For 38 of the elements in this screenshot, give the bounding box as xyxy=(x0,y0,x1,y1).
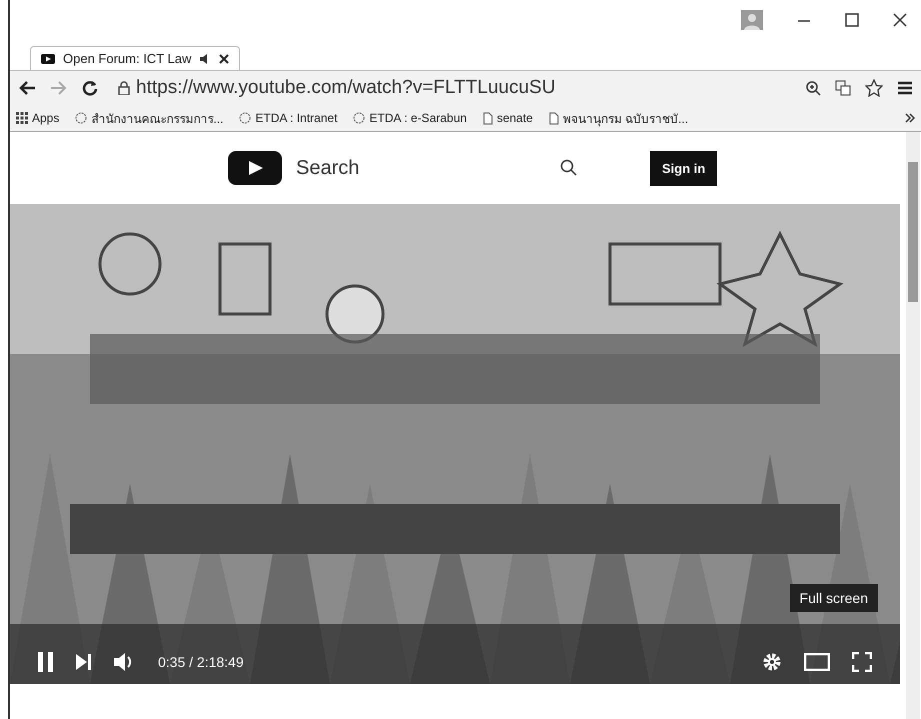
browser-tab[interactable]: Open Forum: ICT Law xyxy=(30,46,240,70)
star-icon[interactable] xyxy=(865,79,883,97)
page-icon xyxy=(548,112,559,124)
site-icon xyxy=(353,112,366,124)
time-display: 0:35 / 2:18:49 xyxy=(158,654,244,670)
search-icon[interactable] xyxy=(560,159,578,177)
site-icon xyxy=(239,112,252,124)
theater-mode-icon[interactable] xyxy=(804,653,830,671)
lock-icon xyxy=(118,81,130,95)
reload-icon[interactable] xyxy=(82,80,98,96)
close-icon[interactable] xyxy=(219,54,230,64)
maximize-icon[interactable] xyxy=(845,13,859,27)
next-icon[interactable] xyxy=(76,654,92,670)
video-play-icon xyxy=(41,54,55,64)
close-icon[interactable] xyxy=(893,13,907,27)
url-text: https://www.youtube.com/watch?v=FLTTLuucuSU xyxy=(136,77,556,99)
tab-title: Open Forum: ICT Law xyxy=(63,51,192,66)
bookmark[interactable]: Apps xyxy=(16,111,60,125)
tooltip: Full screen xyxy=(790,584,878,612)
settings-icon[interactable] xyxy=(762,652,782,672)
bookmark[interactable]: senate xyxy=(482,111,533,125)
more-chevron-icon[interactable] xyxy=(905,113,915,123)
bookmark[interactable]: ETDA : Intranet xyxy=(239,111,338,125)
play-logo-icon[interactable] xyxy=(228,151,282,185)
site-icon xyxy=(75,112,88,124)
menu-icon[interactable] xyxy=(897,81,913,95)
bookmark[interactable]: ETDA : e-Sarabun xyxy=(353,111,467,125)
zoom-icon[interactable] xyxy=(805,80,821,96)
bookmark[interactable]: พจนานุกรม ฉบับราชบั... xyxy=(548,108,688,128)
pause-button[interactable] xyxy=(38,652,54,672)
scrollbar[interactable] xyxy=(906,132,920,719)
apps-grid-icon xyxy=(16,112,28,124)
sign-in-button[interactable]: Sign in xyxy=(650,150,718,186)
bookmark[interactable]: สำนักงานคณะกรรมการ... xyxy=(75,108,224,128)
search-field[interactable]: Search xyxy=(296,156,546,180)
fullscreen-icon[interactable] xyxy=(852,652,872,672)
page-icon xyxy=(482,112,493,124)
back-arrow-icon[interactable] xyxy=(18,80,36,96)
